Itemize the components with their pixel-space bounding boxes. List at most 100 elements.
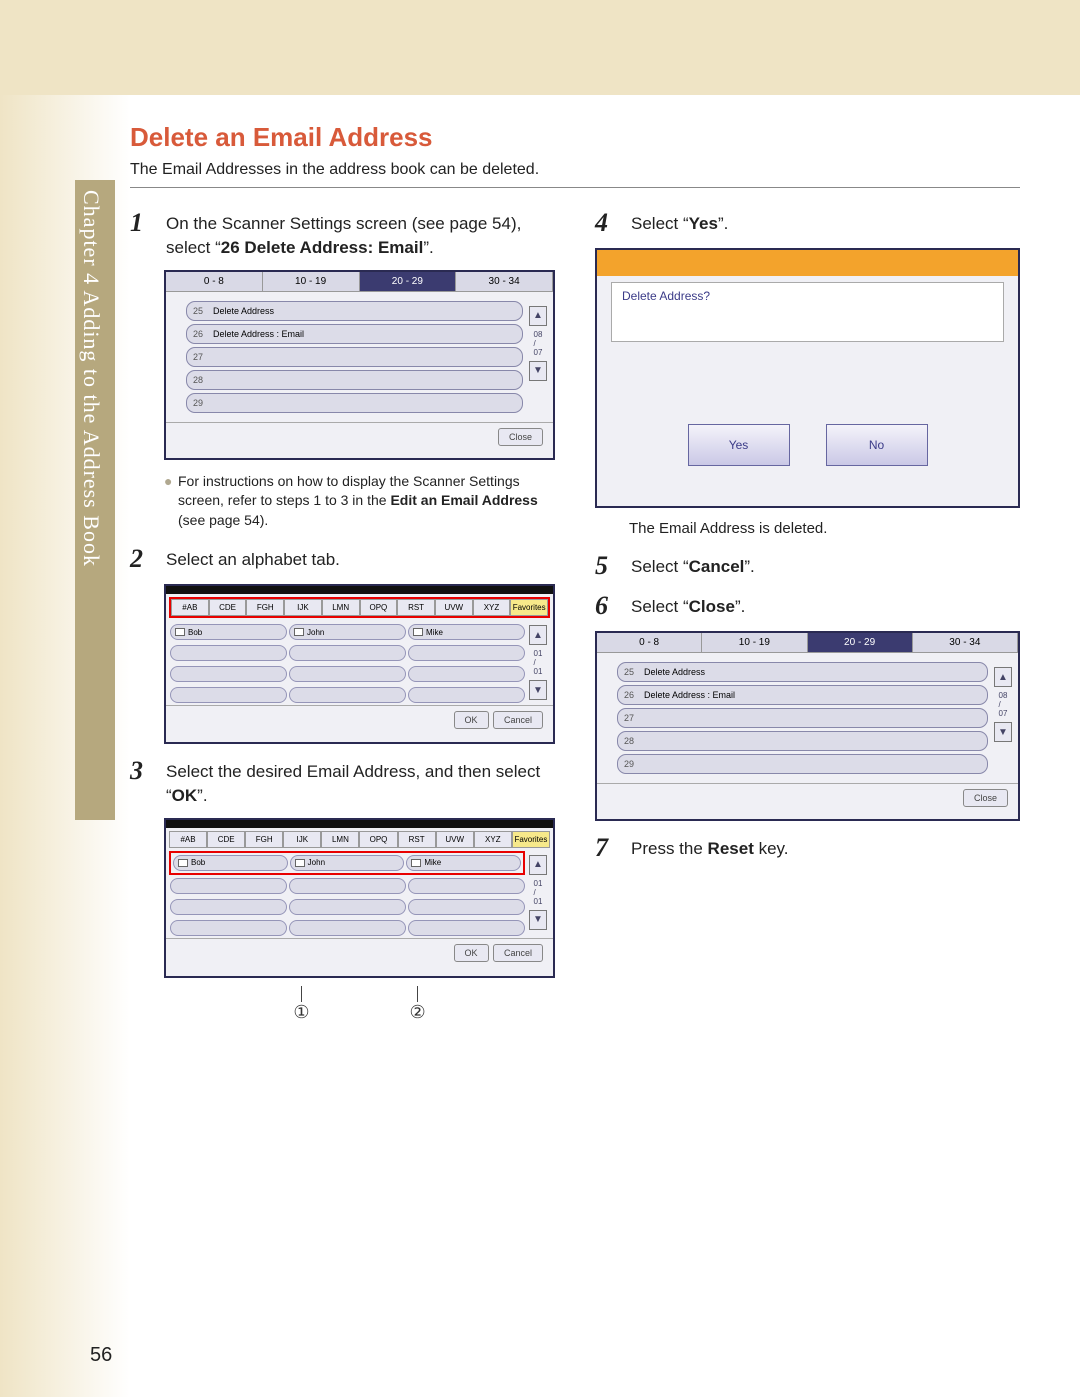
alpha-tab[interactable]: #AB [171, 599, 209, 616]
alpha-tab[interactable]: CDE [209, 599, 247, 616]
alpha-tab-favorites[interactable]: Favorites [510, 599, 548, 616]
scroll-buttons: ▲ 01 / 01 ▼ [529, 855, 547, 930]
contact-card[interactable]: Mike [408, 624, 525, 640]
step-number: 4 [595, 208, 631, 238]
scroll-buttons: ▲ 01 / 01 ▼ [529, 625, 547, 700]
step-number: 2 [130, 544, 166, 574]
settings-row[interactable]: 29 [617, 754, 988, 774]
dialog-question: Delete Address? [611, 282, 1004, 342]
alpha-tab[interactable]: XYZ [474, 831, 512, 848]
alpha-tab-favorites[interactable]: Favorites [512, 831, 550, 848]
range-tab-active[interactable]: 20 - 29 [360, 272, 457, 291]
settings-row[interactable]: 27 [617, 708, 988, 728]
step-3: 3 Select the desired Email Address, and … [130, 756, 555, 808]
scroll-up-icon[interactable]: ▲ [529, 625, 547, 645]
dialog-titlebar [597, 250, 1018, 276]
intro-text: The Email Addresses in the address book … [130, 161, 1020, 179]
settings-row-highlighted[interactable]: 26Delete Address : Email [186, 324, 523, 344]
alphabet-tabs-row: #AB CDE FGH IJK LMN OPQ RST UVW XYZ Favo… [169, 831, 550, 848]
alpha-tab[interactable]: RST [398, 831, 436, 848]
divider [130, 187, 1020, 188]
mail-icon [178, 859, 188, 867]
alpha-tab[interactable]: FGH [245, 831, 283, 848]
content-area: Delete an Email Address The Email Addres… [130, 100, 1020, 1397]
page-indicator: 01 / 01 [534, 879, 543, 906]
range-tab[interactable]: 30 - 34 [913, 633, 1018, 652]
step-1: 1 On the Scanner Settings screen (see pa… [130, 208, 555, 260]
settings-row[interactable]: 27 [186, 347, 523, 367]
scroll-down-icon[interactable]: ▼ [994, 722, 1012, 742]
cancel-button[interactable]: Cancel [493, 711, 543, 729]
settings-row[interactable]: 25Delete Address [186, 301, 523, 321]
contact-card[interactable]: Bob [173, 855, 288, 871]
mail-icon [411, 859, 421, 867]
alpha-tab[interactable]: UVW [436, 831, 474, 848]
dialog-buttons: Yes No [597, 424, 1018, 466]
step-2: 2 Select an alphabet tab. [130, 544, 555, 574]
step-number: 3 [130, 756, 166, 786]
s3-bold: OK [172, 786, 198, 805]
step-text: Select an alphabet tab. [166, 544, 340, 572]
range-tab[interactable]: 30 - 34 [456, 272, 553, 291]
alpha-tab[interactable]: OPQ [359, 831, 397, 848]
settings-row[interactable]: 25Delete Address [617, 662, 988, 682]
contact-card[interactable]: John [289, 624, 406, 640]
range-tabs: 0 - 8 10 - 19 20 - 29 30 - 34 [166, 272, 553, 292]
range-tab[interactable]: 10 - 19 [263, 272, 360, 291]
range-tab[interactable]: 10 - 19 [702, 633, 807, 652]
range-tab[interactable]: 0 - 8 [166, 272, 263, 291]
alpha-tab[interactable]: OPQ [360, 599, 398, 616]
two-column-layout: 1 On the Scanner Settings screen (see pa… [130, 208, 1020, 1023]
settings-row[interactable]: 28 [617, 731, 988, 751]
page-number: 56 [90, 1344, 112, 1367]
no-button[interactable]: No [826, 424, 928, 466]
page-indicator: 08 / 07 [534, 330, 543, 357]
settings-row[interactable]: 28 [186, 370, 523, 390]
settings-row[interactable]: 26Delete Address : Email [617, 685, 988, 705]
alpha-tab[interactable]: #AB [169, 831, 207, 848]
scroll-up-icon[interactable]: ▲ [529, 855, 547, 875]
scroll-up-icon[interactable]: ▲ [529, 306, 547, 326]
alpha-tab[interactable]: XYZ [473, 599, 511, 616]
mock-footer: OK Cancel [166, 938, 553, 966]
alpha-tab[interactable]: IJK [283, 831, 321, 848]
contact-card[interactable]: Bob [170, 624, 287, 640]
alpha-tab[interactable]: LMN [321, 831, 359, 848]
contact-card[interactable]: John [290, 855, 405, 871]
contact-card[interactable]: Mike [406, 855, 521, 871]
yes-button[interactable]: Yes [688, 424, 790, 466]
cancel-button[interactable]: Cancel [493, 944, 543, 962]
alpha-tab[interactable]: RST [397, 599, 435, 616]
settings-row[interactable]: 29 [186, 393, 523, 413]
mail-icon [295, 859, 305, 867]
step1-bold: 26 Delete Address: Email [221, 238, 424, 257]
scroll-down-icon[interactable]: ▼ [529, 361, 547, 381]
ok-button[interactable]: OK [454, 711, 489, 729]
close-button[interactable]: Close [498, 428, 543, 446]
step-text: Select “Close”. [631, 591, 745, 619]
scroll-down-icon[interactable]: ▼ [529, 910, 547, 930]
alpha-tab[interactable]: LMN [322, 599, 360, 616]
bullet-icon: ● [164, 472, 178, 531]
mock-footer: Close [597, 783, 1018, 811]
alpha-tab[interactable]: IJK [284, 599, 322, 616]
alpha-tab[interactable]: CDE [207, 831, 245, 848]
alpha-tab[interactable]: FGH [246, 599, 284, 616]
callout-labels: ① ② [164, 986, 555, 1023]
range-tab[interactable]: 0 - 8 [597, 633, 702, 652]
step-text: Press the Reset key. [631, 833, 789, 861]
range-tab-active[interactable]: 20 - 29 [808, 633, 913, 652]
blackbar [166, 586, 553, 594]
manual-page: Chapter 4 Adding to the Address Book Del… [0, 0, 1080, 1397]
ok-button-highlighted[interactable]: OK [454, 944, 489, 962]
header-band [0, 0, 1080, 95]
left-column: 1 On the Scanner Settings screen (see pa… [130, 208, 555, 1023]
alpha-tab[interactable]: UVW [435, 599, 473, 616]
s3-a: Select the desired Email Address, and th… [166, 762, 540, 805]
step-number: 7 [595, 833, 631, 863]
blackbar [166, 820, 553, 828]
close-button-highlighted[interactable]: Close [963, 789, 1008, 807]
scroll-down-icon[interactable]: ▼ [529, 680, 547, 700]
scroll-up-icon[interactable]: ▲ [994, 667, 1012, 687]
page-indicator: 01 / 01 [534, 649, 543, 676]
